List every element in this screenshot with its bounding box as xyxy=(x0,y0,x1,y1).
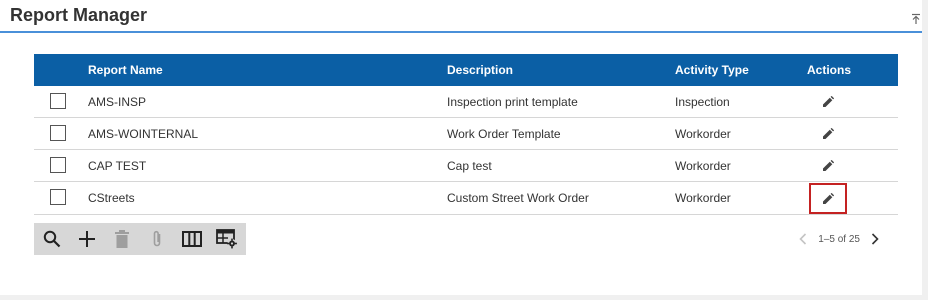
table-settings-button[interactable] xyxy=(209,223,244,255)
table-row: AMS-WOINTERNAL Work Order Template Worko… xyxy=(34,118,898,150)
table-row: AMS-INSP Inspection print template Inspe… xyxy=(34,86,898,118)
table-row: CStreets Custom Street Work Order Workor… xyxy=(34,182,898,215)
table-header: Report Name Description Activity Type Ac… xyxy=(34,54,898,86)
search-button[interactable] xyxy=(34,223,69,255)
pagination: 1–5 of 25 xyxy=(794,230,884,248)
cell-activity-type: Inspection xyxy=(675,95,730,109)
column-header-report-name[interactable]: Report Name xyxy=(88,63,163,77)
cell-activity-type: Workorder xyxy=(675,127,731,141)
cell-description: Work Order Template xyxy=(447,127,561,141)
chevron-left-icon[interactable] xyxy=(794,230,812,248)
cell-description: Cap test xyxy=(447,159,492,173)
cell-report-name: CStreets xyxy=(88,191,135,205)
column-header-description[interactable]: Description xyxy=(447,63,513,77)
cell-report-name: CAP TEST xyxy=(88,159,147,173)
edit-pencil-icon xyxy=(823,128,834,139)
edit-button[interactable] xyxy=(809,153,847,179)
edit-button[interactable] xyxy=(809,121,847,147)
edit-button[interactable] xyxy=(809,183,847,214)
trash-icon xyxy=(114,230,129,248)
edit-pencil-icon xyxy=(823,160,834,171)
columns-button[interactable] xyxy=(174,223,209,255)
row-checkbox[interactable] xyxy=(50,125,66,141)
paperclip-icon xyxy=(153,230,160,247)
search-icon xyxy=(43,230,60,248)
table-settings-icon xyxy=(215,229,237,249)
attach-button[interactable] xyxy=(139,223,174,255)
cell-activity-type: Workorder xyxy=(675,159,731,173)
row-checkbox[interactable] xyxy=(50,189,66,205)
columns-icon xyxy=(181,231,202,247)
edit-button[interactable] xyxy=(809,89,847,115)
column-header-activity-type[interactable]: Activity Type xyxy=(675,63,749,77)
row-checkbox[interactable] xyxy=(50,93,66,109)
panel-header: Report Manager xyxy=(0,0,922,33)
cell-description: Inspection print template xyxy=(447,95,578,109)
delete-button[interactable] xyxy=(104,223,139,255)
cell-activity-type: Workorder xyxy=(675,191,731,205)
column-header-actions: Actions xyxy=(807,63,852,77)
edit-pencil-icon xyxy=(823,96,834,107)
cell-report-name: AMS-WOINTERNAL xyxy=(88,127,199,141)
row-checkbox[interactable] xyxy=(50,157,66,173)
table-row: CAP TEST Cap test Workorder xyxy=(34,150,898,182)
cell-description: Custom Street Work Order xyxy=(447,191,589,205)
collapse-up-icon[interactable] xyxy=(910,12,922,24)
report-manager-panel: Report Manager Report Name Description A… xyxy=(0,0,922,295)
chevron-right-icon[interactable] xyxy=(866,230,884,248)
edit-pencil-icon xyxy=(823,192,834,204)
reports-table: Report Name Description Activity Type Ac… xyxy=(34,54,898,215)
page-title: Report Manager xyxy=(10,5,148,25)
cell-report-name: AMS-INSP xyxy=(88,95,147,109)
table-toolbar xyxy=(34,223,246,255)
pagination-range: 1–5 of 25 xyxy=(818,233,860,245)
add-button[interactable] xyxy=(69,223,104,255)
add-icon xyxy=(78,231,95,247)
